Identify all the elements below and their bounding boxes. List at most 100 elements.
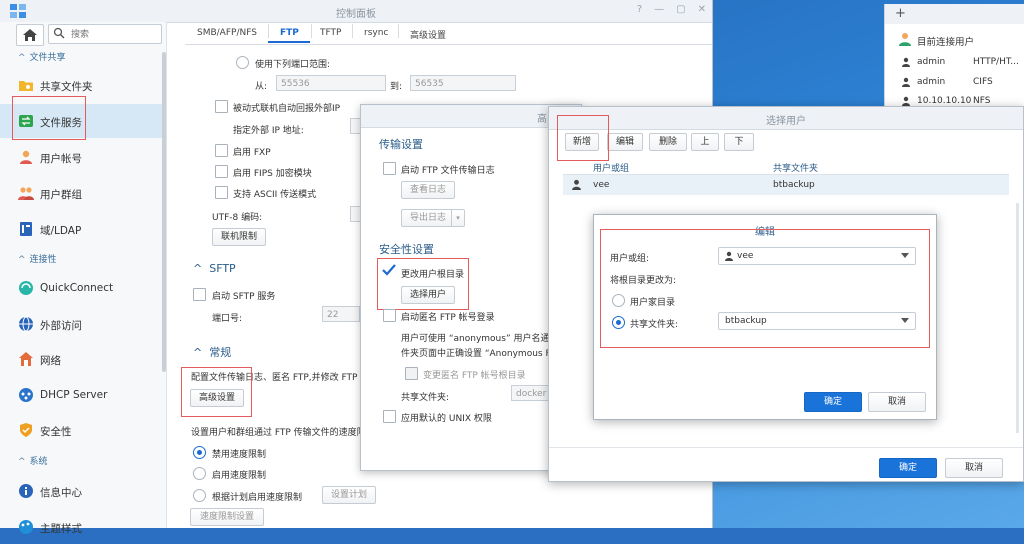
connection-limit-button[interactable]: 联机限制 [212, 228, 266, 246]
sidebar-item-theme[interactable]: 主题样式 [0, 510, 162, 544]
enable-log-checkbox[interactable] [383, 162, 396, 175]
dhcp-server-icon [19, 388, 33, 402]
umask-checkbox[interactable] [383, 410, 396, 423]
shared-folder-icon [19, 81, 33, 91]
tab-smb[interactable]: SMB/AFP/NFS [197, 28, 257, 38]
shared-folder-label: 共享文件夹: [630, 320, 679, 330]
speed-schedule-label: 根据计划启用速度限制 [212, 493, 303, 503]
sidebar-item-group[interactable]: 用户群组 [0, 176, 162, 210]
tab-separator [311, 24, 312, 38]
sidebar-item-user[interactable]: 用户帐号 [0, 140, 162, 174]
fxp-checkbox[interactable] [215, 144, 228, 157]
tab-rsync[interactable]: rsync [364, 28, 388, 38]
row-user: vee [593, 180, 610, 190]
sftp-label: 启动 SFTP 服务 [212, 292, 276, 302]
move-down-button[interactable]: 下 [724, 133, 754, 151]
user-icon [902, 96, 910, 106]
user-or-group-select[interactable]: vee [718, 247, 916, 265]
collapse-icon: ^ [193, 346, 203, 359]
change-root-to-label: 将根目录更改为: [610, 276, 677, 286]
column-user[interactable]: 用户或组 [593, 161, 629, 174]
highlight-file-services [12, 96, 86, 140]
tab-separator [398, 24, 399, 38]
connected-users-title: 目前连接用户 [917, 37, 975, 48]
control-panel-titlebar[interactable]: 控制面板 ? — ▢ ✕ [0, 0, 712, 23]
sidebar-item-quickconnect[interactable]: QuickConnect [0, 271, 162, 305]
user-table-header: 用户或组 共享文件夹 [563, 160, 1009, 175]
edit-cancel-button[interactable]: 取消 [868, 392, 926, 412]
speed-limit-settings-button[interactable]: 速度限制设置 [190, 508, 264, 526]
passive-report-checkbox[interactable] [215, 100, 228, 113]
close-icon[interactable]: ✕ [698, 4, 706, 15]
tab-separator [268, 24, 269, 38]
sftp-port-label: 端口号: [212, 314, 243, 324]
home-icon [23, 29, 37, 41]
window-title: 控制面板 [336, 9, 376, 20]
sidebar-scrollbar[interactable] [162, 52, 166, 372]
sidebar-item-info-center[interactable]: 信息中心 [0, 474, 162, 508]
cancel-button[interactable]: 取消 [945, 458, 1003, 478]
sidebar-item-external-access[interactable]: 外部访问 [0, 307, 162, 341]
fxp-label: 启用 FXP [233, 148, 271, 158]
edit-ok-button[interactable]: 确定 [804, 392, 862, 412]
user-home-label: 用户家目录 [630, 298, 676, 308]
user-icon [572, 179, 581, 190]
set-schedule-button[interactable]: 设置计划 [322, 486, 376, 504]
tab-advanced[interactable]: 高级设置 [410, 28, 446, 41]
delete-button[interactable]: 删除 [649, 133, 687, 151]
sftp-checkbox[interactable] [193, 288, 206, 301]
conn-user: admin [917, 57, 946, 67]
domain-ldap-icon [20, 222, 32, 236]
section-connectivity[interactable]: ^ 连接性 [18, 252, 57, 265]
edit-button[interactable]: 编辑 [607, 133, 643, 151]
search-input[interactable] [69, 27, 161, 42]
user-icon [725, 251, 733, 261]
maximize-icon[interactable]: ▢ [676, 4, 685, 15]
ok-button[interactable]: 确定 [879, 458, 937, 478]
add-icon[interactable]: + [895, 6, 906, 21]
passive-report-label: 被动式联机自动回报外部IP [233, 104, 341, 114]
speed-schedule-radio[interactable] [193, 489, 206, 502]
sidebar-item-dhcp[interactable]: DHCP Server [0, 378, 162, 412]
chevron-down-icon[interactable]: ▾ [451, 210, 464, 226]
sidebar-item-domain[interactable]: 域/LDAP [0, 212, 162, 246]
to-port-input[interactable]: 56535 [410, 75, 516, 91]
minimize-icon[interactable]: — [654, 4, 664, 15]
move-up-button[interactable]: 上 [691, 133, 719, 151]
user-icon [902, 77, 910, 87]
column-shared-folder[interactable]: 共享文件夹 [773, 161, 818, 174]
help-icon[interactable]: ? [637, 4, 642, 15]
sidebar-item-security[interactable]: 安全性 [0, 413, 162, 447]
sftp-port-input[interactable]: 22 [322, 306, 360, 322]
anonymous-checkbox[interactable] [383, 309, 396, 322]
tab-tftp[interactable]: TFTP [320, 28, 341, 38]
export-log-button[interactable]: 导出日志 ▾ [401, 209, 465, 227]
sidebar-item-network[interactable]: 网络 [0, 342, 162, 376]
anonymous-desc-2: 件夹页面中正确设置 “Anonymous FT [401, 349, 556, 359]
change-anon-root-checkbox[interactable] [405, 367, 418, 380]
general-section-title[interactable]: ^ 常规 [193, 344, 231, 360]
table-scrollbar[interactable] [1016, 203, 1019, 433]
table-row[interactable]: vee btbackup [563, 175, 1009, 195]
view-log-button[interactable]: 查看日志 [401, 181, 455, 199]
section-system[interactable]: ^ 系统 [18, 454, 48, 467]
port-range-radio[interactable] [236, 56, 249, 69]
sftp-section-title[interactable]: ^ SFTP [193, 262, 236, 275]
tab-ftp[interactable]: FTP [280, 28, 299, 38]
search-box[interactable] [48, 24, 162, 44]
home-button[interactable] [16, 24, 44, 46]
shared-folder-select[interactable]: btbackup [718, 312, 916, 330]
select-user-titlebar[interactable]: 选择用户 [549, 107, 1023, 130]
section-file-sharing[interactable]: ^ 文件共享 [18, 50, 66, 63]
from-port-input[interactable]: 55536 [276, 75, 386, 91]
shared-folder-radio[interactable] [612, 316, 625, 329]
speed-disable-radio[interactable] [193, 446, 206, 459]
fips-checkbox[interactable] [215, 165, 228, 178]
anonymous-label: 启动匿名 FTP 帐号登录 [401, 313, 495, 323]
user-home-radio[interactable] [612, 294, 625, 307]
speed-enable-radio[interactable] [193, 467, 206, 480]
tab-separator [352, 24, 353, 38]
network-icon [19, 352, 33, 366]
tab-active-underline [268, 41, 310, 43]
ascii-checkbox[interactable] [215, 186, 228, 199]
